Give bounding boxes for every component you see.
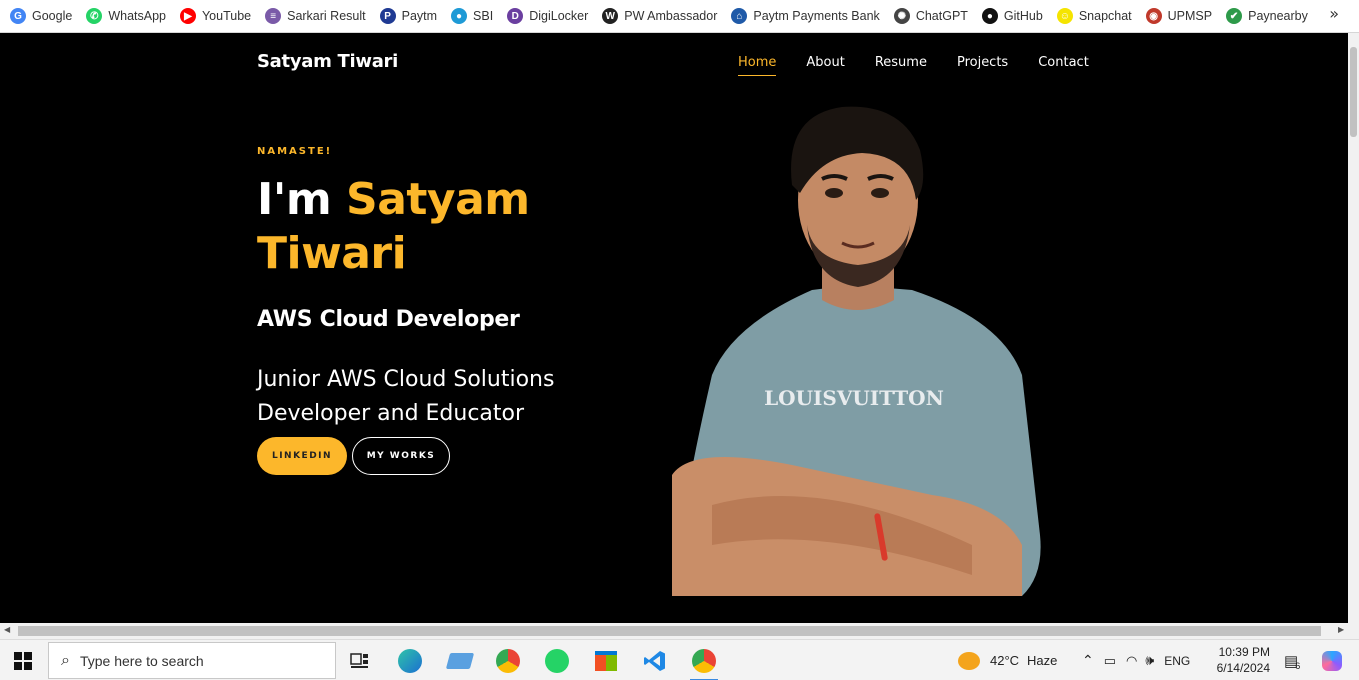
weather-condition: Haze: [1027, 653, 1058, 668]
notification-center[interactable]: ▤ 6: [1284, 640, 1300, 680]
battery-icon[interactable]: ▭: [1104, 653, 1116, 669]
vertical-scroll-thumb[interactable]: [1350, 47, 1357, 137]
chrome-icon[interactable]: [488, 644, 528, 678]
nav-resume[interactable]: Resume: [875, 55, 927, 76]
paynearby-icon: ✔: [1226, 8, 1243, 24]
pw-ambassador-icon: W: [602, 8, 619, 24]
upmsp-icon: ◉: [1145, 8, 1162, 24]
taskbar-search-placeholder: Type here to search: [79, 652, 204, 669]
bookmark-paytm[interactable]: P Paytm: [379, 4, 438, 28]
windows-start-icon[interactable]: [14, 652, 32, 670]
volume-icon[interactable]: 🕪: [1145, 652, 1154, 669]
nav-about[interactable]: About: [806, 55, 844, 76]
bookmark-youtube[interactable]: ▶ YouTube: [179, 4, 252, 28]
clock-date: 6/14/2024: [1216, 661, 1270, 675]
system-tray: ⌃ ▭ ◠ 🕪 ENG: [1082, 640, 1190, 680]
bookmark-label: PW Ambassador: [624, 9, 718, 23]
linkedin-button[interactable]: LINKEDIN: [257, 437, 347, 475]
bookmark-paytm-payments-bank[interactable]: ⌂ Paytm Payments Bank: [731, 4, 880, 28]
bookmarks-more-button[interactable]: »: [1329, 4, 1339, 23]
taskbar-clock[interactable]: 10:39 PM 6/14/2024: [1210, 644, 1270, 676]
nav-projects[interactable]: Projects: [957, 55, 1008, 76]
bookmark-google[interactable]: G Google: [10, 4, 72, 28]
taskbar-search-box[interactable]: ⌕ Type here to search: [48, 642, 336, 679]
portfolio-page: Satyam Tiwari Home About Resume Projects…: [0, 33, 1348, 623]
bookmark-label: Snapchat: [1078, 9, 1132, 23]
clock-time: 10:39 PM: [1218, 645, 1270, 659]
nav-contact[interactable]: Contact: [1038, 55, 1089, 76]
edge-icon[interactable]: [390, 644, 430, 678]
whatsapp-icon: ✆: [86, 8, 103, 24]
horizontal-scroll-thumb[interactable]: [18, 626, 1321, 636]
weather-temp: 42°C: [990, 653, 1020, 668]
google-icon: G: [10, 8, 26, 24]
bookmark-label: WhatsApp: [108, 9, 166, 23]
bookmark-label: Google: [32, 9, 73, 23]
snapchat-icon: ☺: [1056, 8, 1073, 24]
task-view-icon[interactable]: [340, 644, 380, 678]
bookmark-pw-ambassador[interactable]: W PW Ambassador: [602, 4, 717, 28]
bookmark-paynearby[interactable]: ✔ Paynearby: [1226, 4, 1308, 28]
github-icon: ●: [981, 8, 998, 24]
bookmark-label: GitHub: [1003, 9, 1043, 23]
show-hidden-icons-icon[interactable]: ⌃: [1082, 652, 1094, 669]
bookmark-sbi[interactable]: ● SBI: [451, 4, 493, 28]
bookmark-whatsapp[interactable]: ✆ WhatsApp: [86, 4, 166, 28]
weather-haze-icon: [958, 651, 980, 670]
scroll-right-icon[interactable]: ▶: [1338, 625, 1344, 634]
bookmarks-bar: G Google ✆ WhatsApp ▶ YouTube ≡ Sarkari Result P…: [0, 0, 1359, 33]
site-nav: Home About Resume Projects Contact: [738, 55, 1089, 76]
youtube-icon: ▶: [179, 8, 196, 24]
bookmark-label: Paynearby: [1248, 9, 1308, 23]
hero-title: I'm Satyam Tiwari: [257, 173, 587, 281]
whatsapp-taskbar-icon[interactable]: [537, 644, 577, 678]
bookmark-label: Paytm Payments Bank: [753, 9, 880, 23]
sarkari-result-icon: ≡: [265, 8, 282, 24]
horizontal-scrollbar[interactable]: ◀ ▶: [0, 623, 1359, 639]
chrome-active-icon[interactable]: [684, 644, 724, 680]
weather-widget[interactable]: 42°C Haze: [958, 640, 1057, 680]
vertical-scrollbar[interactable]: [1348, 33, 1359, 623]
hero-description: Junior AWS Cloud Solutions Developer and…: [257, 367, 555, 426]
microsoft-store-icon[interactable]: [586, 644, 626, 678]
bookmark-label: ChatGPT: [915, 9, 968, 23]
svg-text:LOUISVUITTON: LOUISVUITTON: [764, 386, 944, 410]
my-works-button[interactable]: MY WORKS: [352, 437, 450, 475]
windows-taskbar: ⌕ Type here to search 42°C Haze ⌃ ▭ ◠ 🕪 …: [0, 639, 1359, 680]
bookmark-label: YouTube: [201, 9, 252, 23]
bookmark-label: Paytm: [401, 9, 438, 23]
chatgpt-icon: ✺: [893, 8, 910, 24]
hero-greeting: NAMASTE!: [257, 146, 333, 157]
paytm-icon: P: [379, 8, 396, 24]
bookmark-label: Sarkari Result: [287, 9, 366, 23]
bookmark-sarkari-result[interactable]: ≡ Sarkari Result: [265, 4, 366, 28]
site-brand[interactable]: Satyam Tiwari: [257, 51, 398, 72]
notification-count: 6: [1295, 660, 1301, 671]
laptop-app-icon[interactable]: [440, 644, 480, 678]
wifi-icon[interactable]: ◠: [1126, 653, 1137, 669]
search-icon: ⌕: [61, 651, 70, 669]
paytm-payments-bank-icon: ⌂: [731, 8, 748, 24]
vscode-icon[interactable]: [635, 644, 675, 678]
scroll-left-icon[interactable]: ◀: [4, 625, 10, 634]
copilot-icon[interactable]: [1322, 640, 1342, 680]
bookmark-label: DigiLocker: [529, 9, 589, 23]
bookmark-chatgpt[interactable]: ✺ ChatGPT: [893, 4, 968, 28]
sbi-icon: ●: [451, 8, 468, 24]
hero-role: AWS Cloud Developer: [257, 307, 520, 332]
digilocker-icon: D: [507, 8, 524, 24]
bookmark-snapchat[interactable]: ☺ Snapchat: [1056, 4, 1132, 28]
bookmark-label: UPMSP: [1167, 9, 1213, 23]
hero-title-prefix: I'm: [257, 174, 347, 225]
bookmark-digilocker[interactable]: D DigiLocker: [507, 4, 588, 28]
bookmark-label: SBI: [473, 9, 494, 23]
language-indicator[interactable]: ENG: [1164, 654, 1190, 668]
hero-buttons: LINKEDIN MY WORKS: [257, 437, 450, 475]
bookmark-github[interactable]: ● GitHub: [981, 4, 1043, 28]
nav-home[interactable]: Home: [738, 55, 777, 76]
profile-photo: LOUISVUITTON: [672, 106, 1041, 596]
bookmark-upmsp[interactable]: ◉ UPMSP: [1145, 4, 1213, 28]
